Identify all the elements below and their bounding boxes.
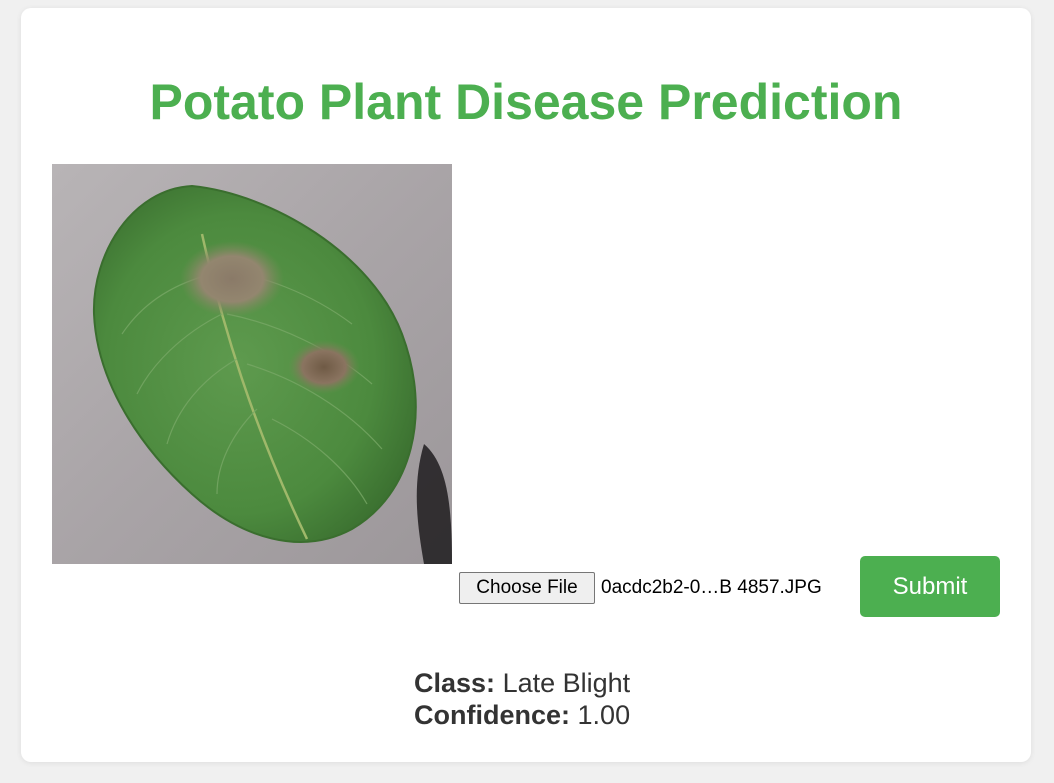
submit-button[interactable]: Submit bbox=[860, 556, 1000, 617]
class-label: Class: bbox=[414, 668, 496, 698]
confidence-line: Confidence: 1.00 bbox=[414, 699, 630, 731]
main-card: Potato Plant Disease Prediction Choose F… bbox=[21, 8, 1031, 762]
prediction-result: Class: Late Blight Confidence: 1.00 bbox=[414, 667, 630, 731]
choose-file-button[interactable]: Choose File bbox=[459, 572, 595, 604]
class-line: Class: Late Blight bbox=[414, 667, 630, 699]
uploaded-leaf-image bbox=[52, 164, 452, 564]
page-title: Potato Plant Disease Prediction bbox=[149, 74, 903, 130]
class-value: Late Blight bbox=[502, 668, 631, 698]
confidence-label: Confidence: bbox=[414, 700, 571, 730]
selected-file-name: 0acdc2b2-0…B 4857.JPG bbox=[601, 577, 822, 598]
confidence-value: 1.00 bbox=[577, 700, 631, 730]
